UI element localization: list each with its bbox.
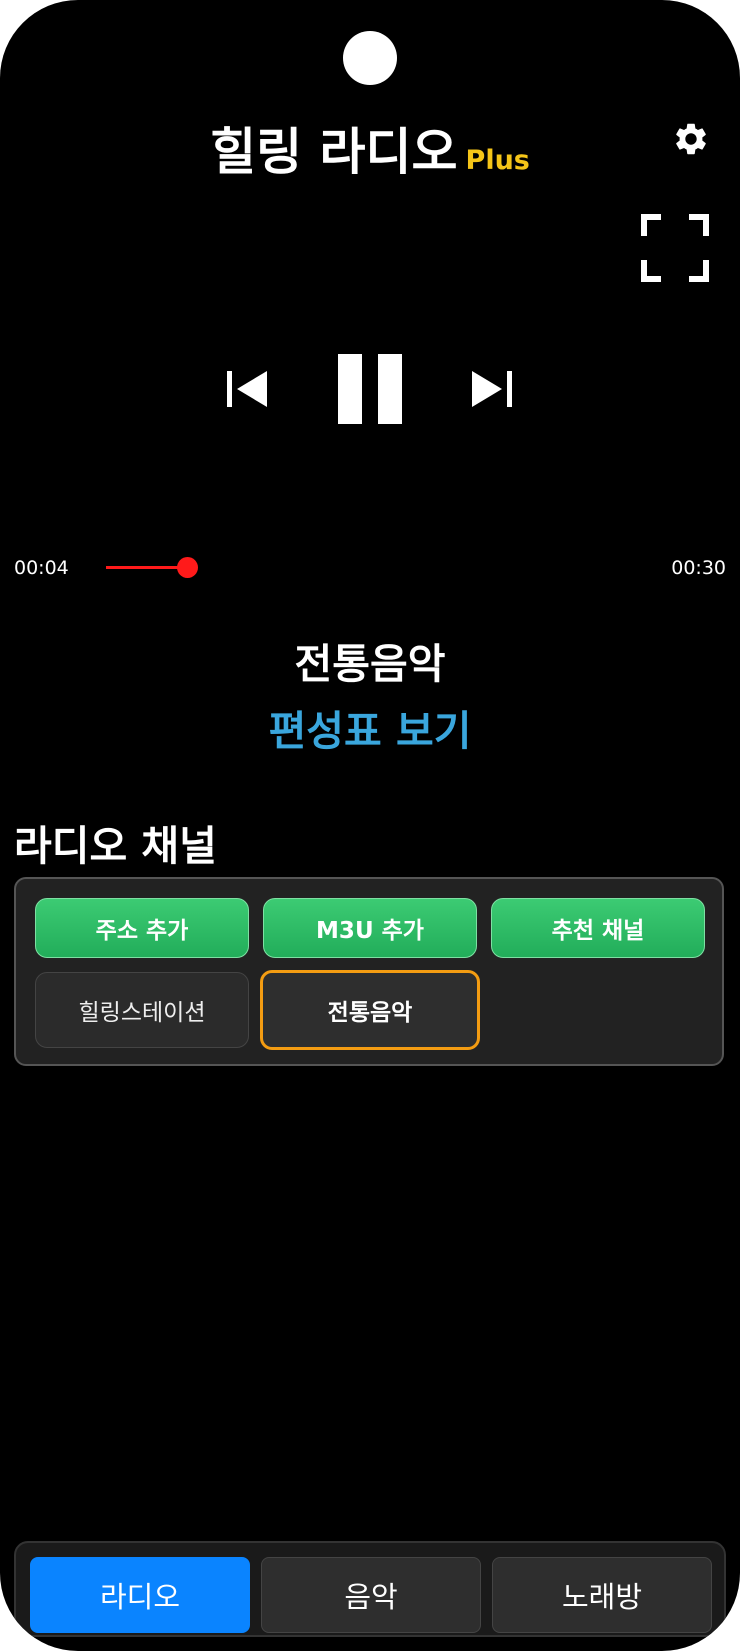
channel-panel: 주소 추가 M3U 추가 추천 채널 힐링스테이션 전통음악 [14, 877, 724, 1066]
fullscreen-icon[interactable] [641, 214, 709, 282]
app-title: 힐링 라디오 [210, 123, 458, 181]
now-playing-title: 전통음악 [294, 640, 446, 688]
recommended-channels-button[interactable]: 추천 채널 [491, 898, 705, 958]
total-duration: 00:30 [671, 557, 726, 579]
seek-bar[interactable] [106, 557, 644, 578]
app-screen: 힐링 라디오 Plus 00:04 00:30 전통음악 편성표 보기 라디오 … [0, 0, 740, 1651]
channels-section-title: 라디오 채널 [14, 822, 217, 870]
channel-item-selected[interactable]: 전통음악 [260, 970, 480, 1050]
seek-bar-thumb[interactable] [177, 557, 198, 578]
plus-badge: Plus [465, 145, 530, 176]
schedule-link[interactable]: 편성표 보기 [0, 697, 740, 757]
app-header: 힐링 라디오 Plus [0, 112, 740, 181]
add-address-button[interactable]: 주소 추가 [35, 898, 249, 958]
tab-music[interactable]: 음악 [261, 1557, 481, 1633]
seek-bar-fill [106, 566, 187, 569]
elapsed-time: 00:04 [14, 557, 69, 579]
tab-radio[interactable]: 라디오 [30, 1557, 250, 1633]
playback-controls [0, 352, 740, 427]
camera-cutout [343, 31, 397, 85]
gear-icon[interactable] [672, 120, 710, 158]
skip-previous-icon[interactable] [225, 369, 269, 409]
add-m3u-button[interactable]: M3U 추가 [263, 898, 477, 958]
skip-next-icon[interactable] [470, 369, 514, 409]
pause-icon[interactable] [336, 352, 404, 424]
channel-item[interactable]: 힐링스테이션 [35, 972, 249, 1048]
bottom-nav: 라디오 음악 노래방 [14, 1541, 726, 1637]
tab-karaoke[interactable]: 노래방 [492, 1557, 712, 1633]
